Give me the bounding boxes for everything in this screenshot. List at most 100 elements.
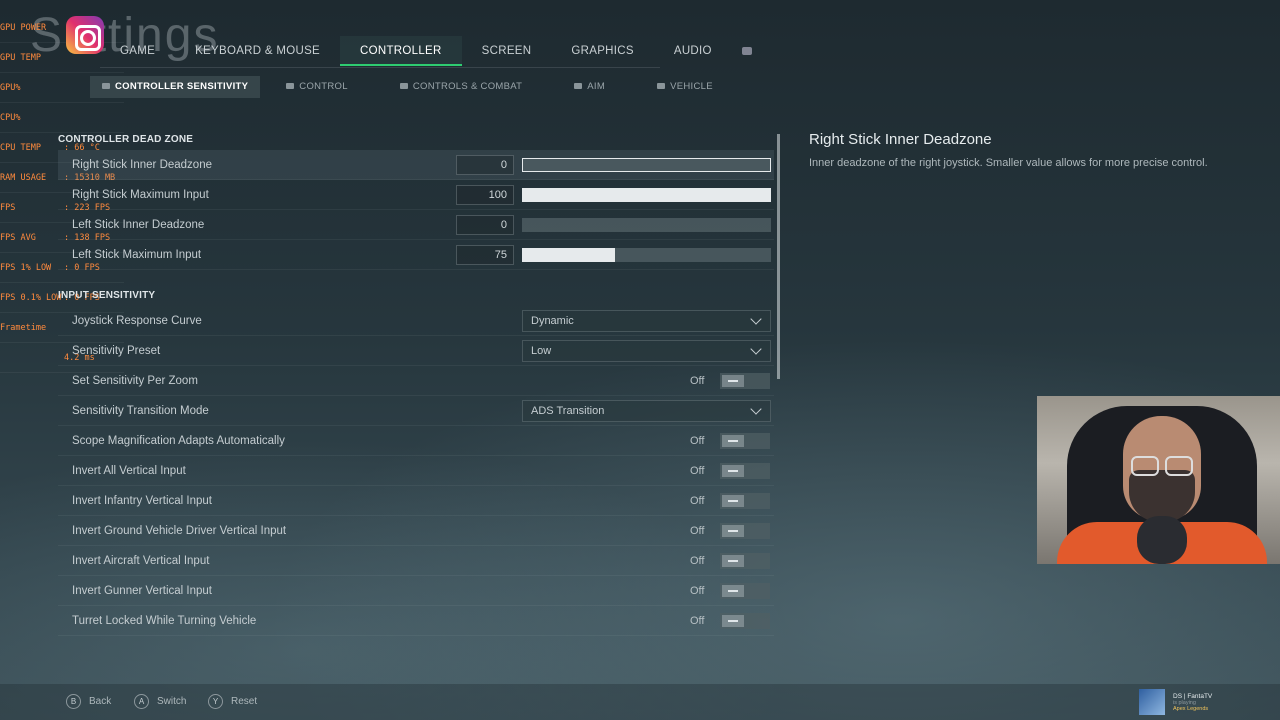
friend-game: Apex Legends [1173,705,1209,712]
setting-row[interactable]: Left Stick Maximum Input 75 [58,240,774,270]
description-text: Inner deadzone of the right joystick. Sm… [809,157,1208,169]
toggle-switch[interactable] [720,582,770,599]
toggle-knob [722,374,744,387]
hud-key: FPS [0,202,16,213]
slider[interactable] [522,247,771,262]
friend-name: DS | FantaTV [1173,692,1213,700]
setting-row[interactable]: Joystick Response Curve Dynamic [58,306,774,336]
switch-hint[interactable]: A Switch [134,694,186,709]
hud-key: CPU TEMP [0,142,41,153]
toggle-state: Off [690,464,705,477]
dropdown-value: Dynamic [531,314,574,327]
toggle-knob [722,434,744,447]
setting-row[interactable]: Turret Locked While Turning Vehicle Off [58,606,774,636]
toggle-switch[interactable] [720,492,770,509]
hud-key: FPS 1% LOW [0,262,52,273]
dropdown-value: Low [531,344,552,357]
setting-label: Invert Ground Vehicle Driver Vertical In… [72,524,287,537]
setting-label: Invert Infantry Vertical Input [72,494,212,507]
setting-row[interactable]: Sensitivity Transition Mode ADS Transitio… [58,396,774,426]
description-title: Right Stick Inner Deadzone [809,131,992,148]
slider-fill [522,247,616,262]
toggle-knob [722,584,744,597]
toggle-switch[interactable] [720,612,770,629]
tab-controller[interactable]: CONTROLLER [340,36,462,66]
tab-audio[interactable]: AUDIO [654,36,732,66]
hint-label: Reset [231,696,258,707]
setting-label: Joystick Response Curve [72,314,202,327]
setting-label: Scope Magnification Adapts Automatically [72,434,285,447]
slider[interactable] [522,157,771,172]
setting-row[interactable]: Right Stick Maximum Input 100 [58,180,774,210]
tabs-divider [100,67,660,68]
setting-row[interactable]: Set Sensitivity Per Zoom Off [58,366,774,396]
back-hint[interactable]: B Back [66,694,111,709]
toggle-switch[interactable] [720,552,770,569]
tab-screen[interactable]: SCREEN [462,36,552,66]
tab-game[interactable]: GAME [100,36,175,66]
value-input[interactable]: 75 [456,244,514,265]
setting-row[interactable]: Invert Gunner Vertical Input Off [58,576,774,606]
value-input[interactable]: 0 [456,214,514,235]
bottom-bar [0,684,1280,720]
section-input-sensitivity: INPUT SENSITIVITY [58,290,156,301]
subtab-vehicle[interactable]: VEHICLE [631,76,739,98]
reset-hint[interactable]: Y Reset [208,694,257,709]
tab-keyboard-mouse[interactable]: KEYBOARD & MOUSE [175,36,340,66]
setting-row[interactable]: Sensitivity Preset Low [58,336,774,366]
sub-tabs: CONTROLLER SENSITIVITY CONTROL CONTROLS … [90,76,739,98]
hud-key: FPS 0.1% LOW [0,292,62,303]
setting-label: Sensitivity Preset [72,344,161,357]
dropdown-value: ADS Transition [531,404,605,417]
setting-label: Sensitivity Transition Mode [72,404,209,417]
bumper-right-icon [741,47,752,55]
aim-icon [574,83,583,89]
slider[interactable] [522,217,771,232]
main-tabs: GAME KEYBOARD & MOUSE CONTROLLER SCREEN … [100,36,762,66]
vehicle-icon [657,83,666,89]
hud-row: CPU% [0,103,124,133]
setting-row[interactable]: Invert Ground Vehicle Driver Vertical In… [58,516,774,546]
tab-graphics[interactable]: GRAPHICS [551,36,653,66]
subtab-aim[interactable]: AIM [548,76,631,98]
setting-label: Invert All Vertical Input [72,464,186,477]
subtab-controller-sensitivity[interactable]: CONTROLLER SENSITIVITY [90,76,261,98]
toggle-switch[interactable] [720,462,770,479]
subtab-label: VEHICLE [670,81,713,92]
toggle-switch[interactable] [720,432,770,449]
subtab-label: CONTROLS & COMBAT [412,81,523,92]
hint-label: Back [89,696,112,707]
dropdown[interactable]: Dynamic [522,309,771,332]
setting-row[interactable]: Right Stick Inner Deadzone 0 [58,150,774,180]
dropdown[interactable]: Low [522,339,771,362]
a-button-icon: A [134,694,149,709]
scrollbar[interactable] [777,134,780,379]
y-button-icon: Y [208,694,223,709]
toggle-state: Off [690,614,705,627]
hud-key: GPU TEMP [0,52,41,63]
hint-label: Switch [157,696,187,707]
setting-row[interactable]: Scope Magnification Adapts Automatically… [58,426,774,456]
toggle-state: Off [690,434,705,447]
setting-row[interactable]: Invert Infantry Vertical Input Off [58,486,774,516]
setting-row[interactable]: Invert Aircraft Vertical Input Off [58,546,774,576]
toggle-state: Off [690,584,705,597]
subtab-control[interactable]: CONTROL [260,76,374,98]
slider[interactable] [522,187,771,202]
settings-panel: CONTROLLER DEAD ZONE Right Stick Inner D… [58,130,774,652]
setting-row[interactable]: Invert All Vertical Input Off [58,456,774,486]
setting-label: Right Stick Maximum Input [72,188,209,201]
control-icon [286,83,295,89]
toggle-switch[interactable] [720,372,770,389]
toggle-switch[interactable] [720,522,770,539]
setting-row[interactable]: Left Stick Inner Deadzone 0 [58,210,774,240]
value-input[interactable]: 100 [456,184,514,205]
value-input[interactable]: 0 [456,154,514,175]
webcam-overlay [1037,396,1280,564]
avatar [1139,689,1165,715]
setting-label: Right Stick Inner Deadzone [72,158,212,171]
subtab-controls-combat[interactable]: CONTROLS & COMBAT [374,76,548,98]
setting-label: Left Stick Maximum Input [72,248,202,261]
controller-icon [102,83,110,89]
dropdown[interactable]: ADS Transition [522,399,771,422]
